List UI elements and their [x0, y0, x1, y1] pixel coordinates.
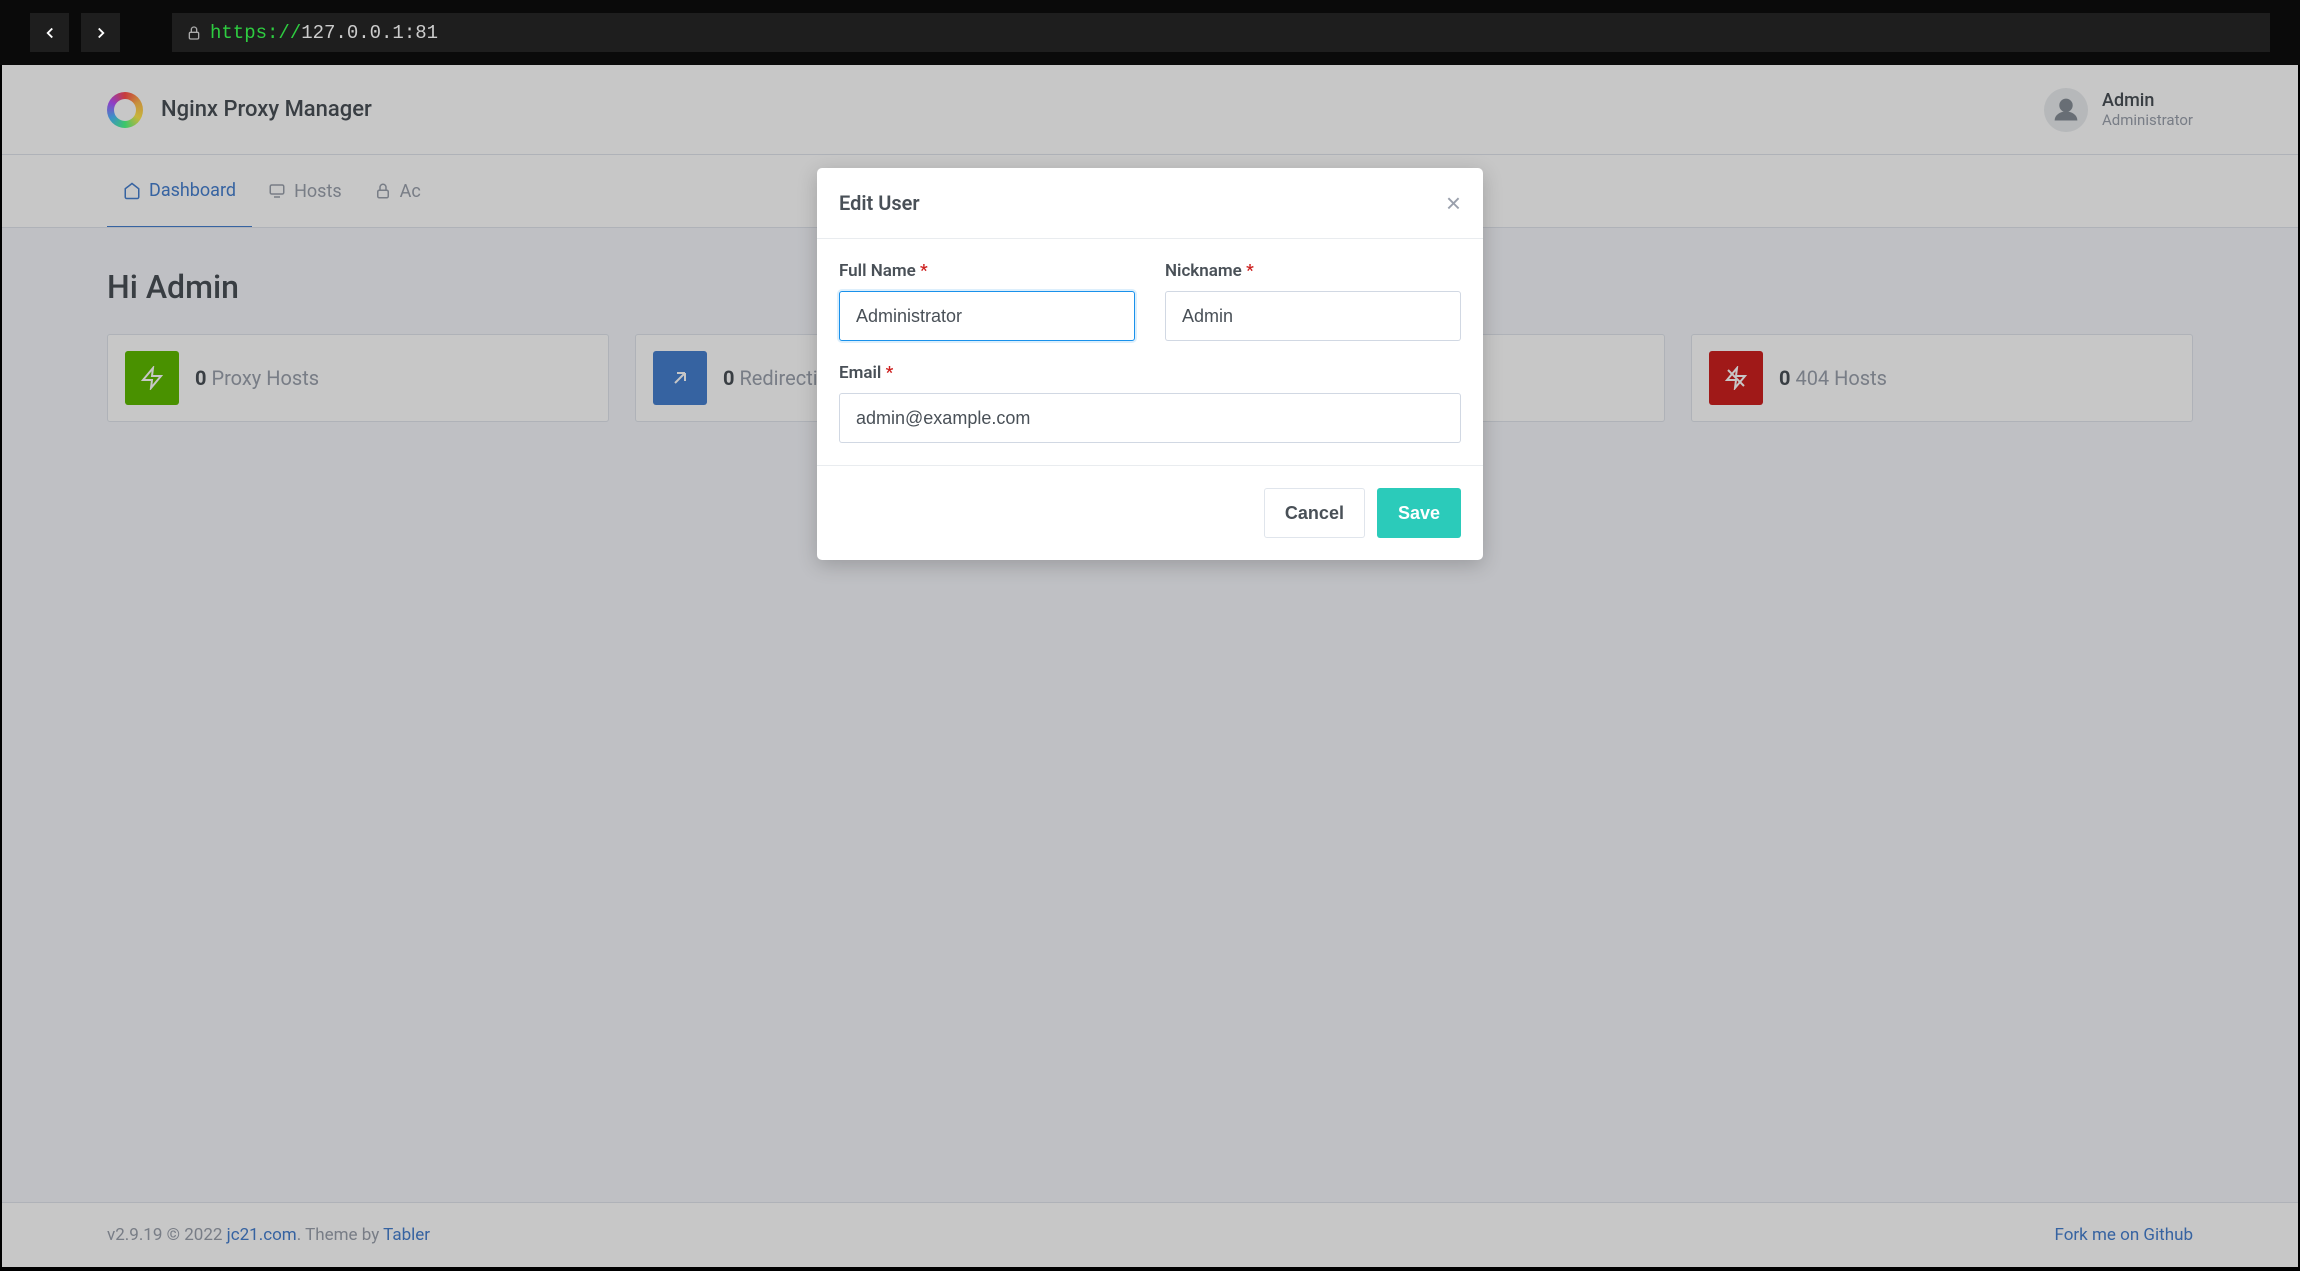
url-bar[interactable]: https://127.0.0.1:81	[172, 13, 2270, 52]
close-icon: ×	[1446, 188, 1461, 218]
nav-access[interactable]: Ac	[358, 155, 437, 227]
app-footer: v2.9.19 © 2022 jc21.com. Theme by Tabler…	[2, 1202, 2298, 1267]
nav-hosts-label: Hosts	[294, 181, 342, 202]
nickname-label: Nickname *	[1165, 261, 1461, 281]
edit-user-modal: Edit User × Full Name * Nickname * Email…	[817, 168, 1483, 560]
redirect-icon	[653, 351, 707, 405]
version: v2.9.19	[107, 1225, 162, 1245]
avatar	[2044, 88, 2088, 132]
browser-forward-button[interactable]	[81, 13, 120, 52]
brand-logo-icon	[107, 92, 143, 128]
nav-hosts[interactable]: Hosts	[252, 155, 358, 227]
email-label: Email *	[839, 363, 1461, 383]
form-group-email: Email *	[839, 363, 1461, 443]
url-protocol: https://	[210, 22, 301, 44]
lock-icon	[374, 182, 392, 200]
app-header: Nginx Proxy Manager Admin Administrator	[2, 65, 2298, 155]
theme-text: . Theme by	[297, 1225, 383, 1245]
nav-dashboard[interactable]: Dashboard	[107, 155, 252, 227]
footer-link-tabler[interactable]: Tabler	[383, 1225, 430, 1245]
save-button[interactable]: Save	[1377, 488, 1461, 538]
fullname-input[interactable]	[839, 291, 1135, 341]
modal-body: Full Name * Nickname * Email *	[817, 239, 1483, 465]
browser-chrome: https://127.0.0.1:81	[0, 0, 2300, 65]
modal-close-button[interactable]: ×	[1446, 190, 1461, 216]
fullname-label: Full Name *	[839, 261, 1135, 281]
url-host: 127.0.0.1:81	[301, 22, 438, 44]
modal-footer: Cancel Save	[817, 465, 1483, 560]
browser-back-button[interactable]	[30, 13, 69, 52]
email-input[interactable]	[839, 393, 1461, 443]
chevron-right-icon	[92, 24, 110, 42]
footer-github-link[interactable]: Fork me on Github	[2054, 1225, 2193, 1245]
stat-text: 0 Proxy Hosts	[195, 366, 319, 390]
modal-header: Edit User ×	[817, 168, 1483, 239]
stat-text: 0 404 Hosts	[1779, 366, 1887, 390]
home-icon	[123, 182, 141, 200]
app-viewport: Nginx Proxy Manager Admin Administrator …	[0, 65, 2300, 1269]
user-icon	[2052, 96, 2080, 124]
nickname-input[interactable]	[1165, 291, 1461, 341]
modal-title: Edit User	[839, 191, 920, 215]
user-menu[interactable]: Admin Administrator	[2044, 88, 2193, 132]
error-icon	[1709, 351, 1763, 405]
lock-icon	[186, 25, 202, 41]
form-group-nickname: Nickname *	[1165, 261, 1461, 341]
monitor-icon	[268, 182, 286, 200]
cancel-button[interactable]: Cancel	[1264, 488, 1365, 538]
form-group-fullname: Full Name *	[839, 261, 1135, 341]
footer-link-jc21[interactable]: jc21.com	[227, 1225, 297, 1245]
nav-access-label: Ac	[400, 181, 421, 202]
user-role: Administrator	[2102, 111, 2193, 129]
brand-name: Nginx Proxy Manager	[161, 97, 372, 122]
stat-card-404[interactable]: 0 404 Hosts	[1691, 334, 2193, 422]
stat-card-proxy[interactable]: 0 Proxy Hosts	[107, 334, 609, 422]
chevron-left-icon	[41, 24, 59, 42]
copyright: © 2022	[167, 1225, 223, 1245]
bolt-icon	[125, 351, 179, 405]
brand[interactable]: Nginx Proxy Manager	[107, 92, 372, 128]
nav-dashboard-label: Dashboard	[149, 180, 236, 201]
user-name: Admin	[2102, 90, 2193, 111]
footer-left: v2.9.19 © 2022 jc21.com. Theme by Tabler	[107, 1225, 430, 1245]
